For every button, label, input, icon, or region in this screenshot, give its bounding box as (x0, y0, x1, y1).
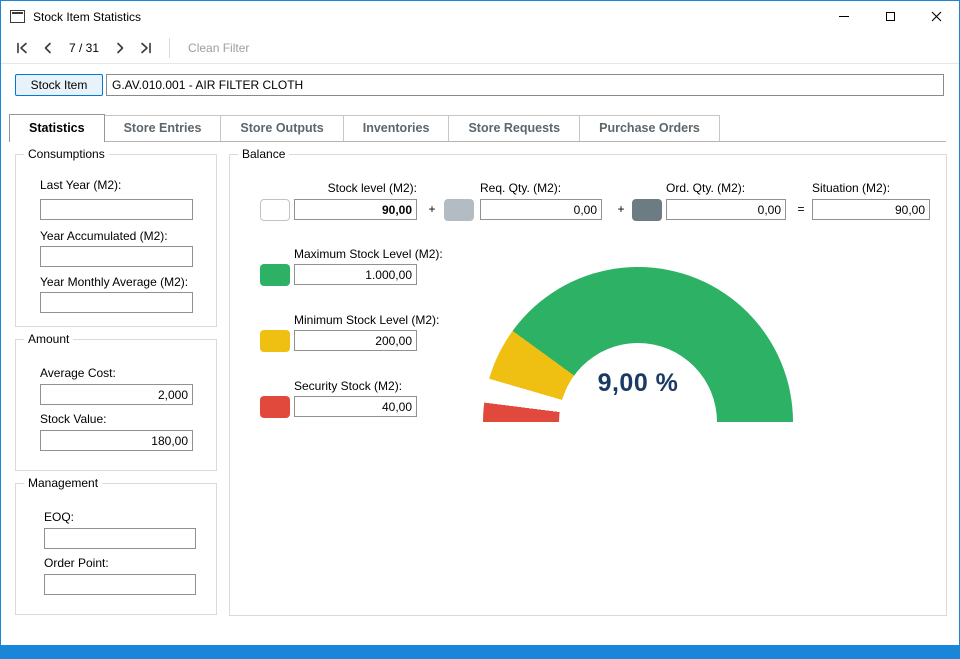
minimize-icon (839, 16, 849, 17)
security-stock-input[interactable] (294, 396, 417, 417)
move-last-icon (141, 42, 151, 53)
titlebar: Stock Item Statistics (1, 1, 959, 32)
consumptions-group: Consumptions Last Year (M2): Year Accumu… (15, 147, 217, 327)
minimize-button[interactable] (821, 1, 867, 32)
average-cost-label: Average Cost: (40, 366, 116, 380)
tab-store-entries[interactable]: Store Entries (103, 115, 222, 141)
last-year-input[interactable] (40, 199, 193, 220)
stock-item-button[interactable]: Stock Item (15, 74, 103, 96)
eoq-input[interactable] (44, 528, 196, 549)
record-navigation-toolbar: 7 / 31 Clean Filter (1, 32, 959, 64)
req-qty-input[interactable] (480, 199, 602, 220)
stock-level-swatch (260, 199, 290, 221)
management-legend: Management (24, 476, 103, 490)
ord-qty-swatch (632, 199, 662, 221)
close-button[interactable] (913, 1, 959, 32)
order-point-label: Order Point: (44, 556, 109, 570)
situation-label: Situation (M2): (812, 181, 891, 195)
stock-level-label: Stock level (M2): (327, 181, 417, 195)
minimum-stock-label: Minimum Stock Level (M2): (294, 313, 440, 327)
plus-operator-1: + (428, 202, 436, 216)
year-monthly-average-label: Year Monthly Average (M2): (40, 275, 189, 289)
stock-value-input[interactable] (40, 430, 193, 451)
tab-inventories[interactable]: Inventories (342, 115, 450, 141)
move-next-icon (117, 42, 124, 53)
req-qty-swatch (444, 199, 474, 221)
stock-item-row: Stock Item (15, 74, 944, 96)
stock-level-input[interactable] (294, 199, 417, 220)
management-group: Management EOQ: Order Point: (15, 476, 217, 615)
year-monthly-average-input[interactable] (40, 292, 193, 313)
stock-item-input[interactable] (106, 74, 944, 96)
balance-legend: Balance (238, 147, 290, 161)
req-qty-label: Req. Qty. (M2): (480, 181, 562, 195)
security-stock-swatch (260, 396, 290, 418)
maximum-stock-swatch (260, 264, 290, 286)
average-cost-input[interactable] (40, 384, 193, 405)
tab-store-requests[interactable]: Store Requests (448, 115, 581, 141)
statusbar (1, 645, 959, 658)
amount-group: Amount Average Cost: Stock Value: (15, 332, 217, 471)
security-stock-label: Security Stock (M2): (294, 379, 403, 393)
order-point-input[interactable] (44, 574, 196, 595)
stock-value-label: Stock Value: (40, 412, 107, 426)
tabstrip: Statistics Store Entries Store Outputs I… (9, 114, 946, 142)
maximum-stock-label: Maximum Stock Level (M2): (294, 247, 443, 261)
consumptions-legend: Consumptions (24, 147, 109, 161)
plus-operator-2: + (617, 202, 625, 216)
ord-qty-label: Ord. Qty. (M2): (666, 181, 746, 195)
situation-input[interactable] (812, 199, 930, 220)
app-icon (10, 10, 25, 23)
record-position: 7 / 31 (69, 40, 100, 55)
ord-qty-input[interactable] (666, 199, 786, 220)
close-icon (931, 11, 941, 22)
maximize-button[interactable] (867, 1, 913, 32)
year-accumulated-input[interactable] (40, 246, 193, 267)
toolbar-separator (169, 37, 171, 58)
gauge-arc: 9,00 % (483, 267, 793, 422)
tab-purchase-orders[interactable]: Purchase Orders (579, 115, 720, 141)
move-next-button[interactable] (107, 35, 133, 61)
eoq-label: EOQ: (44, 510, 75, 524)
equals-operator: = (797, 202, 805, 216)
minimum-stock-input[interactable] (294, 330, 417, 351)
maximize-icon (885, 12, 895, 21)
app-window: Stock Item Statistics 7 / 31 Clean Filte… (0, 0, 960, 659)
move-first-button[interactable] (9, 35, 35, 61)
tab-statistics[interactable]: Statistics (9, 114, 105, 142)
tab-store-outputs[interactable]: Store Outputs (220, 115, 344, 141)
amount-legend: Amount (24, 332, 74, 346)
move-first-icon (17, 42, 27, 53)
window-title: Stock Item Statistics (33, 9, 142, 24)
move-previous-button[interactable] (35, 35, 61, 61)
move-last-button[interactable] (133, 35, 159, 61)
maximum-stock-input[interactable] (294, 264, 417, 285)
clean-filter-button[interactable]: Clean Filter (180, 37, 257, 59)
move-previous-icon (44, 42, 51, 53)
minimum-stock-swatch (260, 330, 290, 352)
year-accumulated-label: Year Accumulated (M2): (40, 229, 168, 243)
window-controls (821, 1, 959, 32)
last-year-label: Last Year (M2): (40, 178, 122, 192)
gauge-percent-label: 9,00 % (597, 369, 679, 397)
balance-group: Balance Stock level (M2): + Req. Qty. (M… (229, 147, 947, 616)
